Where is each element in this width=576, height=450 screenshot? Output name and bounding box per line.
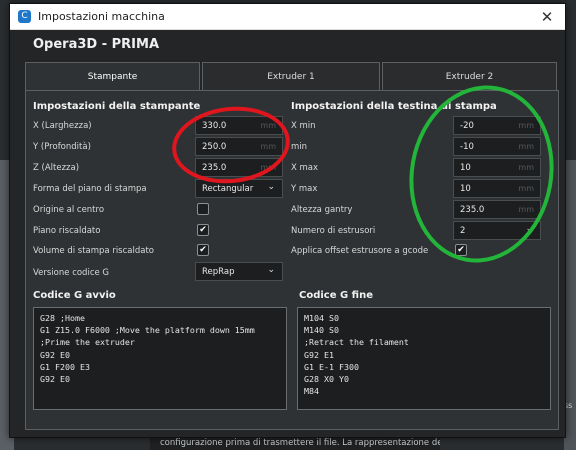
z-height-value: 235.0: [202, 162, 227, 173]
build-plate-shape-label: Forma del piano di stampa: [33, 184, 147, 194]
tab-extruder-1[interactable]: Extruder 1: [202, 62, 380, 91]
close-button[interactable]: ✕: [537, 8, 557, 26]
start-gcode-editor[interactable]: G28 ;Home G1 Z15.0 F6000 ;Move the platf…: [33, 307, 287, 410]
y-max-value: 10: [460, 183, 471, 194]
y-depth-unit: mm: [260, 142, 276, 151]
z-height-label: Z (Altezza): [33, 163, 80, 173]
build-plate-shape-select[interactable]: Rectangular ⌄: [195, 179, 283, 198]
gcode-flavor-value: RepRap: [202, 266, 235, 277]
y-depth-label: Y (Profondità): [33, 142, 91, 152]
printer-settings-title: Impostazioni della stampante: [33, 101, 201, 112]
build-plate-shape-value: Rectangular: [202, 183, 254, 194]
printer-settings-panel: Impostazioni della stampante X (Larghezz…: [25, 90, 559, 430]
gcode-flavor-label: Versione codice G: [33, 268, 110, 278]
heated-volume-label: Volume di stampa riscaldato: [33, 246, 154, 256]
y-max-label: Y max: [291, 184, 318, 194]
printhead-settings-title: Impostazioni della testina di stampa: [291, 101, 497, 112]
y-min-unit: mm: [518, 142, 534, 151]
heated-bed-label: Piano riscaldato: [33, 226, 101, 236]
chevron-down-icon: ⌄: [267, 265, 275, 275]
gantry-height-value: 235.0: [460, 204, 485, 215]
z-height-input[interactable]: 235.0 mm: [195, 158, 283, 177]
heated-bed-checkbox[interactable]: ✔: [197, 224, 209, 236]
tab-bar: Stampante Extruder 1 Extruder 2: [25, 62, 559, 91]
y-min-value: -10: [460, 141, 474, 152]
y-depth-input[interactable]: 250.0 mm: [195, 137, 283, 156]
x-width-unit: mm: [260, 121, 276, 130]
z-height-unit: mm: [260, 163, 276, 172]
tab-extruder-2[interactable]: Extruder 2: [382, 62, 557, 91]
x-width-input[interactable]: 330.0 mm: [195, 116, 283, 135]
origin-center-label: Origine al centro: [33, 205, 105, 215]
tab-stampante[interactable]: Stampante: [25, 62, 200, 91]
gantry-height-input[interactable]: 235.0 mm: [453, 200, 541, 219]
y-min-input[interactable]: -10 mm: [453, 137, 541, 156]
gcode-flavor-select[interactable]: RepRap ⌄: [195, 262, 283, 281]
x-width-label: X (Larghezza): [33, 121, 92, 131]
chevron-down-icon: ⌄: [525, 224, 533, 234]
extruder-offset-checkbox[interactable]: ✔: [455, 244, 467, 256]
x-width-value: 330.0: [202, 120, 227, 131]
chevron-down-icon: ⌄: [267, 182, 275, 192]
x-max-value: 10: [460, 162, 471, 173]
end-gcode-title: Codice G fine: [299, 290, 373, 301]
y-min-label: min: [291, 142, 308, 152]
extruder-count-value: 2: [460, 225, 466, 236]
x-min-value: -20: [460, 120, 474, 131]
heated-volume-checkbox[interactable]: ✔: [197, 244, 209, 256]
gantry-height-label: Altezza gantry: [291, 205, 353, 215]
extruder-count-select[interactable]: 2 ⌄: [453, 221, 541, 240]
background-tooltip-text: configurazione prima di trasmettere il f…: [160, 438, 440, 448]
app-icon: C: [18, 10, 31, 23]
start-gcode-title: Codice G avvio: [33, 290, 116, 301]
origin-center-checkbox[interactable]: [197, 203, 209, 215]
y-max-input[interactable]: 10 mm: [453, 179, 541, 198]
title-bar: C Impostazioni macchina ✕: [10, 4, 565, 30]
machine-name: Opera3D - PRIMA: [33, 37, 160, 52]
x-max-input[interactable]: 10 mm: [453, 158, 541, 177]
end-gcode-editor[interactable]: M104 S0 M140 S0 ;Retract the filament G9…: [297, 307, 551, 410]
x-min-label: X min: [291, 121, 316, 131]
x-min-input[interactable]: -20 mm: [453, 116, 541, 135]
window-title: Impostazioni macchina: [38, 10, 165, 23]
machine-settings-dialog: C Impostazioni macchina ✕ Opera3D - PRIM…: [9, 3, 566, 438]
extruder-offset-label: Applica offset estrusore a gcode: [291, 246, 429, 256]
x-max-label: X max: [291, 163, 319, 173]
y-depth-value: 250.0: [202, 141, 227, 152]
x-max-unit: mm: [518, 163, 534, 172]
x-min-unit: mm: [518, 121, 534, 130]
extruder-count-label: Numero di estrusori: [291, 226, 376, 236]
y-max-unit: mm: [518, 184, 534, 193]
background-tooltip: configurazione prima di trasmettere il f…: [150, 436, 440, 450]
gantry-height-unit: mm: [518, 205, 534, 214]
